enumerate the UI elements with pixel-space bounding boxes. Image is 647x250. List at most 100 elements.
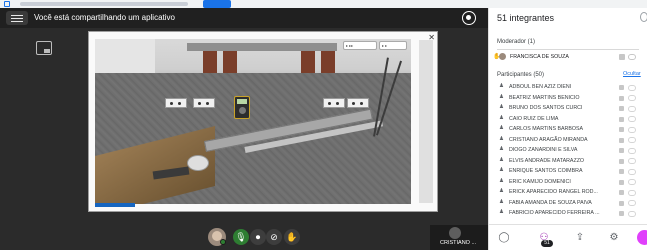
multimeter — [234, 96, 250, 119]
person-icon: ♟ — [499, 135, 504, 142]
participant-name: DIOGO ZANARDINI E SILVA — [509, 147, 578, 153]
screen-share-button[interactable]: ⏺ — [250, 229, 266, 245]
banner-button[interactable] — [203, 0, 231, 8]
toggle-icon[interactable] — [628, 105, 636, 112]
moderator-section-label: Moderador (1) — [497, 39, 536, 45]
person-icon: ♟ — [499, 188, 504, 194]
participants-panel: 51 integrantes Moderador (1) ✋ FRANCISCA… — [488, 8, 647, 250]
settings-gear-icon[interactable]: ⚙ — [607, 231, 621, 245]
panel-title: 51 integrantes — [497, 13, 555, 23]
list-item[interactable]: ♟ ENRIQUE SANTOS COIMBRA — [489, 166, 647, 177]
list-item[interactable]: ♟ BEATRIZ MARTINS BENICIO — [489, 93, 647, 104]
list-item[interactable]: ♟ ELVIS ANDRADE MATARAZZO — [489, 156, 647, 167]
participant-name: BEATRIZ MARTINS BENICIO — [509, 94, 580, 101]
list-item[interactable]: ♟ BRUNO DOS SANTOS CURCI — [489, 103, 647, 114]
blurred-banner-text — [20, 2, 188, 6]
participant-name: ELVIS ANDRADE MATARAZZO — [509, 157, 585, 164]
mic-icon — [619, 169, 624, 174]
list-item[interactable]: ♟ FABIA AMANDA DE SOUZA PAIVA — [489, 198, 647, 209]
panel-header: 51 integrantes — [489, 8, 647, 28]
mic-icon — [619, 137, 624, 143]
person-icon: ♟ — [499, 167, 504, 173]
moderator-name: FRANCISCA DE SOUZA — [510, 54, 569, 60]
mic-icon — [619, 190, 624, 195]
toggle-icon[interactable] — [628, 137, 636, 143]
participant-camera-tile[interactable]: CRISTIANO ... — [430, 225, 488, 250]
divider — [497, 49, 639, 50]
picture-in-picture-icon[interactable] — [36, 41, 52, 55]
list-item[interactable]: ♟ CAIO RUIZ DE LIMA — [489, 114, 647, 125]
share-bar: Você está compartilhando um aplicativo — [0, 8, 488, 28]
virtual-lab-scene: ▸ ▸▸ ▸ ▸ — [95, 39, 411, 204]
person-icon: ♟ — [499, 177, 504, 184]
mic-icon — [619, 148, 624, 153]
participant-name: ERICK APARECIDO RANGEL ROD... — [509, 189, 598, 195]
participant-name: ERIC KAMIJO DOMENICI — [509, 178, 571, 185]
video-stage: Você está compartilhando um aplicativo ✕… — [0, 8, 488, 250]
list-item[interactable]: ♟ CARLOS MARTINS BARBOSA — [489, 124, 647, 135]
participant-count-badge: 51 — [541, 240, 553, 247]
toggle-icon[interactable] — [628, 84, 636, 91]
mic-icon — [619, 116, 624, 122]
menu-icon[interactable] — [6, 11, 28, 25]
call-controls: 🎙 ⏺ ⊘ ✋ — [0, 228, 488, 250]
mic-icon — [619, 106, 624, 111]
mic-icon — [619, 200, 624, 206]
person-icon: ♟ — [499, 198, 504, 205]
mic-icon — [619, 54, 625, 60]
person-icon: ♟ — [499, 104, 504, 110]
person-icon: ♟ — [499, 114, 504, 121]
mic-icon — [619, 179, 624, 185]
toggle-icon[interactable] — [628, 54, 636, 60]
scene-button-right[interactable]: ▸ ▸ — [379, 41, 407, 50]
person-icon: ♟ — [499, 83, 504, 89]
camera-tile-name: CRISTIANO ... — [440, 240, 477, 246]
list-item[interactable]: ♟ ADBOUL BEN AZIZ DIENI — [489, 82, 647, 93]
person-icon: ♟ — [499, 93, 504, 100]
toggle-icon[interactable] — [628, 147, 636, 154]
top-notification-strip — [0, 0, 647, 8]
toggle-icon[interactable] — [628, 210, 636, 217]
participants-section-label: Participantes (50) — [497, 72, 545, 78]
raise-hand-button[interactable]: ✋ — [284, 229, 300, 245]
list-item[interactable]: ♟ ERIC KAMIJO DOMENICI — [489, 177, 647, 188]
microphone-button[interactable]: 🎙 — [233, 229, 249, 245]
scene-button-left[interactable]: ▸ ▸▸ — [343, 41, 377, 50]
camera-off-button[interactable]: ⊘ — [266, 229, 282, 245]
participant-name: BRUNO DOS SANTOS CURCI — [509, 105, 583, 111]
avatar — [449, 227, 461, 239]
person-icon: ♟ — [499, 156, 504, 163]
chat-icon[interactable]: ◯ — [497, 231, 511, 245]
toggle-icon[interactable] — [628, 179, 636, 185]
mic-icon — [619, 211, 624, 216]
list-item[interactable]: ♟ ERICK APARECIDO RANGEL ROD... — [489, 187, 647, 198]
mic-icon — [619, 127, 624, 132]
toggle-icon[interactable] — [628, 116, 636, 122]
avatar — [499, 53, 506, 60]
mic-icon — [619, 158, 624, 164]
participant-name: ADBOUL BEN AZIZ DIENI — [509, 84, 572, 90]
toggle-icon[interactable] — [628, 126, 636, 133]
shared-application-window: ✕ ▸ ▸▸ ▸ ▸ — [88, 31, 438, 212]
person-icon: ♟ — [499, 209, 504, 215]
stop-sharing-icon[interactable] — [462, 11, 476, 25]
share-icon[interactable]: ⇪ — [573, 231, 587, 245]
participant-list: ♟ ADBOUL BEN AZIZ DIENI ♟ BEATRIZ MARTINS … — [489, 82, 647, 219]
list-item[interactable]: ♟ DIOGO ZANARDINI E SILVA — [489, 145, 647, 156]
participant-name: FABRICIO APARECIDO FERREIRA ... — [509, 210, 600, 216]
checkbox[interactable] — [4, 1, 10, 7]
moderator-row[interactable]: ✋ FRANCISCA DE SOUZA — [489, 52, 647, 62]
list-item[interactable]: ♟ CRISTIANO ARAGÃO MIRANDA — [489, 135, 647, 146]
settings-icon[interactable] — [640, 12, 647, 22]
toggle-icon[interactable] — [628, 200, 636, 206]
toggle-icon[interactable] — [628, 95, 636, 101]
panel-footer: ◯ ⚇ 51 ⇪ ⚙ — [489, 224, 647, 250]
toggle-icon[interactable] — [628, 168, 636, 175]
list-item[interactable]: ♟ FABRICIO APARECIDO FERREIRA ... — [489, 208, 647, 219]
toggle-icon[interactable] — [628, 189, 636, 196]
mic-icon — [619, 85, 624, 90]
hide-participants-link[interactable]: Ocultar — [623, 71, 641, 77]
participant-name: FABIA AMANDA DE SOUZA PAIVA — [509, 199, 592, 206]
toggle-icon[interactable] — [628, 158, 636, 164]
floating-action-button[interactable] — [637, 230, 647, 245]
